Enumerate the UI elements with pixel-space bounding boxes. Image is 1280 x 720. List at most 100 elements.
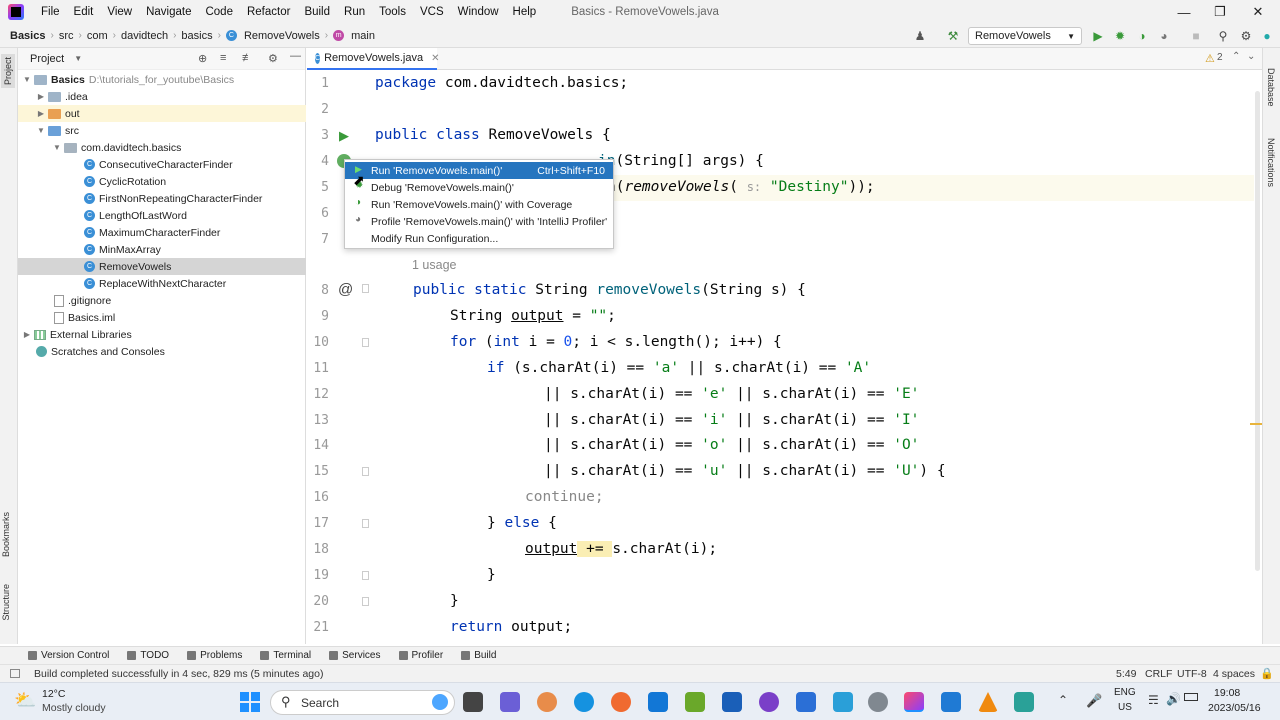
vscode-icon[interactable]	[941, 692, 961, 712]
clock-date[interactable]: 2023/05/16	[1208, 702, 1261, 714]
popup-item-modify[interactable]: Modify Run Configuration...	[345, 230, 613, 247]
tree-item-class-selected[interactable]: C RemoveVowels	[18, 258, 306, 275]
maximize-icon[interactable]: ❐	[1202, 0, 1238, 24]
editor-scrollbar[interactable]	[1250, 71, 1262, 644]
menu-vcs[interactable]: VCS	[413, 6, 451, 18]
panel-toggle-icon[interactable]	[10, 669, 20, 678]
tab-removevowels[interactable]: C RemoveVowels.java ✕	[307, 48, 440, 70]
firefox-icon[interactable]	[611, 692, 631, 712]
menu-run[interactable]: Run	[337, 6, 372, 18]
vlc-icon[interactable]	[978, 692, 998, 712]
fold-icon[interactable]	[362, 571, 369, 580]
popup-item-coverage[interactable]: ◑ Run 'RemoveVowels.main()' with Coverag…	[345, 196, 613, 213]
tree-item-class[interactable]: C CyclicRotation	[18, 173, 306, 190]
tree-item-src[interactable]: ▼ src	[18, 122, 306, 139]
collapse-all-icon[interactable]: ≢	[242, 52, 253, 64]
tree-item-external-libraries[interactable]: ▶ External Libraries	[18, 326, 306, 343]
bookmarks-tool-button[interactable]: Bookmarks	[1, 512, 11, 557]
warning-marker[interactable]	[1250, 423, 1262, 425]
indent-setting[interactable]: 4 spaces	[1213, 668, 1255, 680]
breadcrumb-davidtech[interactable]: davidtech	[118, 30, 171, 42]
tool-version-control[interactable]: Version Control	[28, 650, 109, 661]
tree-item-package[interactable]: ▼ com.davidtech.basics	[18, 139, 306, 156]
chevron-up-icon[interactable]: ⌃	[1058, 693, 1068, 707]
fold-icon[interactable]	[362, 338, 369, 347]
menu-navigate[interactable]: Navigate	[139, 6, 198, 18]
settings-icon[interactable]: ⚙	[1238, 28, 1254, 44]
tool-services[interactable]: Services	[329, 650, 381, 661]
debug-icon[interactable]: ✹	[1112, 28, 1128, 44]
store-icon[interactable]	[722, 692, 742, 712]
run-icon[interactable]: ▶	[1090, 28, 1106, 44]
profiler-icon[interactable]: ◕	[1156, 28, 1172, 44]
fold-icon[interactable]	[362, 597, 369, 606]
popup-item-run[interactable]: ▶ Run 'RemoveVowels.main()' Ctrl+Shift+F1…	[345, 162, 613, 179]
speaker-icon[interactable]: 🔊	[1166, 692, 1181, 706]
temperature[interactable]: 12°C	[42, 688, 65, 700]
settings-icon[interactable]	[868, 692, 888, 712]
tree-item-class[interactable]: C ConsecutiveCharacterFinder	[18, 156, 306, 173]
menu-window[interactable]: Window	[451, 6, 506, 18]
breadcrumb-basics[interactable]: basics	[178, 30, 215, 42]
project-tool-button[interactable]: Project	[1, 54, 15, 89]
gear-icon[interactable]: ⚙	[268, 52, 278, 65]
mail-icon[interactable]	[648, 692, 668, 712]
line-separator[interactable]: CRLF	[1145, 668, 1172, 680]
database-tool-button[interactable]: Database	[1266, 68, 1276, 107]
chevron-down-icon[interactable]: ▼	[74, 54, 82, 63]
breadcrumb-src[interactable]: src	[56, 30, 77, 42]
tree-item-scratches[interactable]: Scratches and Consoles	[18, 343, 306, 360]
coverage-icon[interactable]: ◑	[1134, 28, 1150, 44]
tree-item-gitignore[interactable]: .gitignore	[18, 292, 306, 309]
locate-icon[interactable]: ⊕	[198, 52, 207, 65]
tree-item-class[interactable]: C MinMaxArray	[18, 241, 306, 258]
menu-tools[interactable]: Tools	[372, 6, 413, 18]
popup-item-debug[interactable]: ✹ Debug 'RemoveVowels.main()'	[345, 179, 613, 196]
code-editor[interactable]: package com.davidtech.basics; public cla…	[369, 71, 1254, 644]
menu-refactor[interactable]: Refactor	[240, 6, 297, 18]
hide-icon[interactable]: —	[290, 50, 301, 62]
battery-icon[interactable]	[1184, 693, 1198, 701]
task-view-icon[interactable]	[463, 692, 483, 712]
teams-icon[interactable]	[500, 692, 520, 712]
menu-code[interactable]: Code	[198, 6, 240, 18]
chevron-up-icon[interactable]: ⌃	[1232, 51, 1240, 62]
warning-icon[interactable]: ⚠	[1205, 52, 1215, 65]
browser-icon[interactable]	[537, 692, 557, 712]
microphone-icon[interactable]: 🎤	[1086, 693, 1102, 709]
nvidia-icon[interactable]	[685, 692, 705, 712]
scrollbar-thumb[interactable]	[1255, 91, 1260, 571]
close-tab-icon[interactable]: ✕	[431, 53, 439, 64]
breadcrumb-method[interactable]: main	[348, 30, 378, 42]
user-icon[interactable]: ♟	[912, 28, 928, 44]
app-icon[interactable]	[833, 692, 853, 712]
hammer-icon[interactable]: ⚒	[945, 28, 961, 44]
tool-build[interactable]: Build	[461, 650, 496, 661]
tree-item-iml[interactable]: Basics.iml	[18, 309, 306, 326]
tree-item-class[interactable]: C LengthOfLastWord	[18, 207, 306, 224]
language-region[interactable]: US	[1118, 702, 1132, 713]
fold-icon[interactable]	[362, 284, 369, 293]
breadcrumb-class[interactable]: RemoveVowels	[241, 30, 323, 42]
menu-edit[interactable]: Edit	[67, 6, 101, 18]
intellij-icon[interactable]	[904, 692, 924, 712]
popup-item-profile[interactable]: ◕ Profile 'RemoveVowels.main()' with 'In…	[345, 213, 613, 230]
fold-icon[interactable]	[362, 467, 369, 476]
breadcrumb-project[interactable]: Basics	[0, 30, 48, 42]
usage-hint[interactable]: 1 usage	[412, 258, 456, 272]
app-icon[interactable]	[759, 692, 779, 712]
caret-position[interactable]: 5:49	[1116, 668, 1136, 680]
breadcrumb-com[interactable]: com	[84, 30, 111, 42]
search-icon[interactable]: ⚲	[1215, 28, 1231, 44]
notepad-icon[interactable]	[1014, 692, 1034, 712]
project-panel-title[interactable]: Project	[30, 53, 64, 65]
tree-item-class[interactable]: C FirstNonRepeatingCharacterFinder	[18, 190, 306, 207]
menu-file[interactable]: File	[34, 6, 67, 18]
structure-tool-button[interactable]: Structure	[1, 584, 11, 621]
menu-help[interactable]: Help	[506, 6, 544, 18]
lock-icon[interactable]: 🔒	[1260, 667, 1274, 680]
outlook-icon[interactable]	[796, 692, 816, 712]
file-encoding[interactable]: UTF-8	[1177, 668, 1207, 680]
tree-item-class[interactable]: C MaximumCharacterFinder	[18, 224, 306, 241]
tool-terminal[interactable]: Terminal	[260, 650, 311, 661]
